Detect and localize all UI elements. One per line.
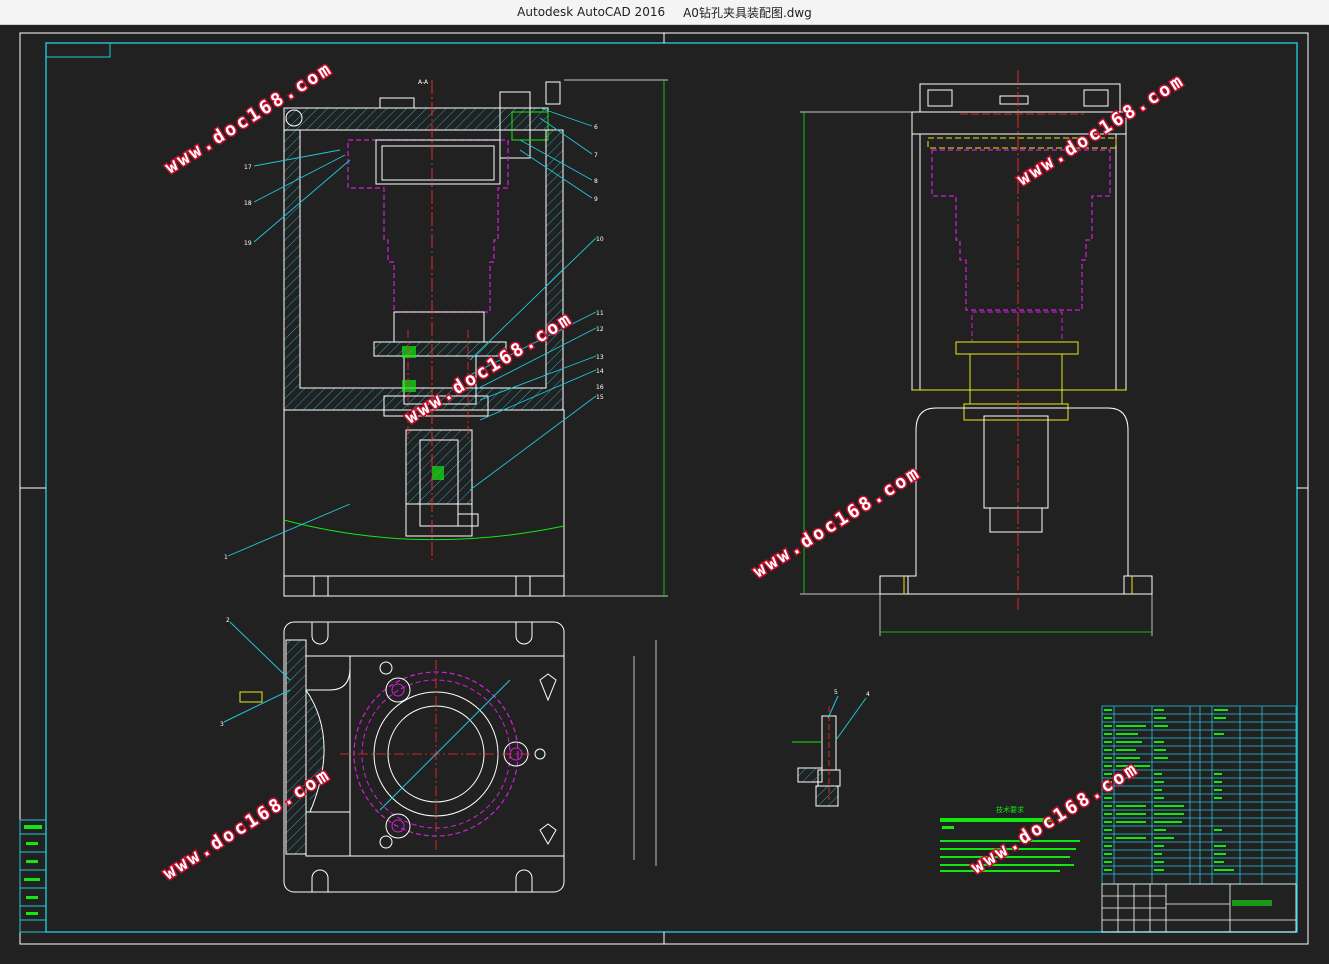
- side-view[interactable]: [800, 70, 1153, 636]
- svg-text:www.doc168.com: www.doc168.com: [750, 462, 925, 582]
- plan-view[interactable]: [223, 621, 657, 893]
- app-name: Autodesk AutoCAD 2016: [517, 5, 666, 19]
- svg-text:5: 5: [834, 689, 838, 696]
- svg-text:9: 9: [594, 196, 598, 203]
- svg-text:8: 8: [594, 178, 598, 185]
- section-label: A-A: [418, 79, 429, 86]
- svg-text:11: 11: [596, 310, 604, 317]
- svg-text:18: 18: [244, 200, 252, 207]
- svg-text:14: 14: [596, 368, 604, 375]
- parts-list[interactable]: [1101, 705, 1297, 885]
- parts-list-text: [1104, 709, 1234, 871]
- window-title-bar: Autodesk AutoCAD 2016 A0钻孔夹具装配图.dwg: [0, 0, 1329, 25]
- svg-text:10: 10: [596, 236, 604, 243]
- drawing-canvas[interactable]: A-A 6 7 8 9 10 11 12 13 14 15 16 17 18 1…: [0, 25, 1329, 960]
- svg-text:15: 15: [596, 394, 604, 401]
- svg-text:6: 6: [594, 124, 598, 131]
- svg-text:13: 13: [596, 354, 604, 361]
- svg-text:16: 16: [596, 384, 604, 391]
- balloon-labels-detail: 5 4: [834, 689, 870, 698]
- svg-text:7: 7: [594, 152, 598, 159]
- svg-text:4: 4: [866, 691, 870, 698]
- svg-text:技术要求: 技术要求: [996, 805, 1024, 814]
- balloon-labels-plan: 2 3: [220, 617, 230, 728]
- title-block[interactable]: [1101, 883, 1297, 933]
- revision-strip: [19, 819, 47, 933]
- detail-view[interactable]: [792, 695, 867, 807]
- svg-text:17: 17: [244, 164, 252, 171]
- svg-text:19: 19: [244, 240, 252, 247]
- svg-text:3: 3: [220, 721, 224, 728]
- svg-text:12: 12: [596, 326, 604, 333]
- svg-text:1: 1: [224, 554, 228, 561]
- svg-text:2: 2: [226, 617, 230, 624]
- svg-text:www.doc168.com: www.doc168.com: [1014, 70, 1189, 190]
- svg-text:www.doc168.com: www.doc168.com: [160, 764, 335, 884]
- file-name: A0钻孔夹具装配图.dwg: [683, 5, 812, 20]
